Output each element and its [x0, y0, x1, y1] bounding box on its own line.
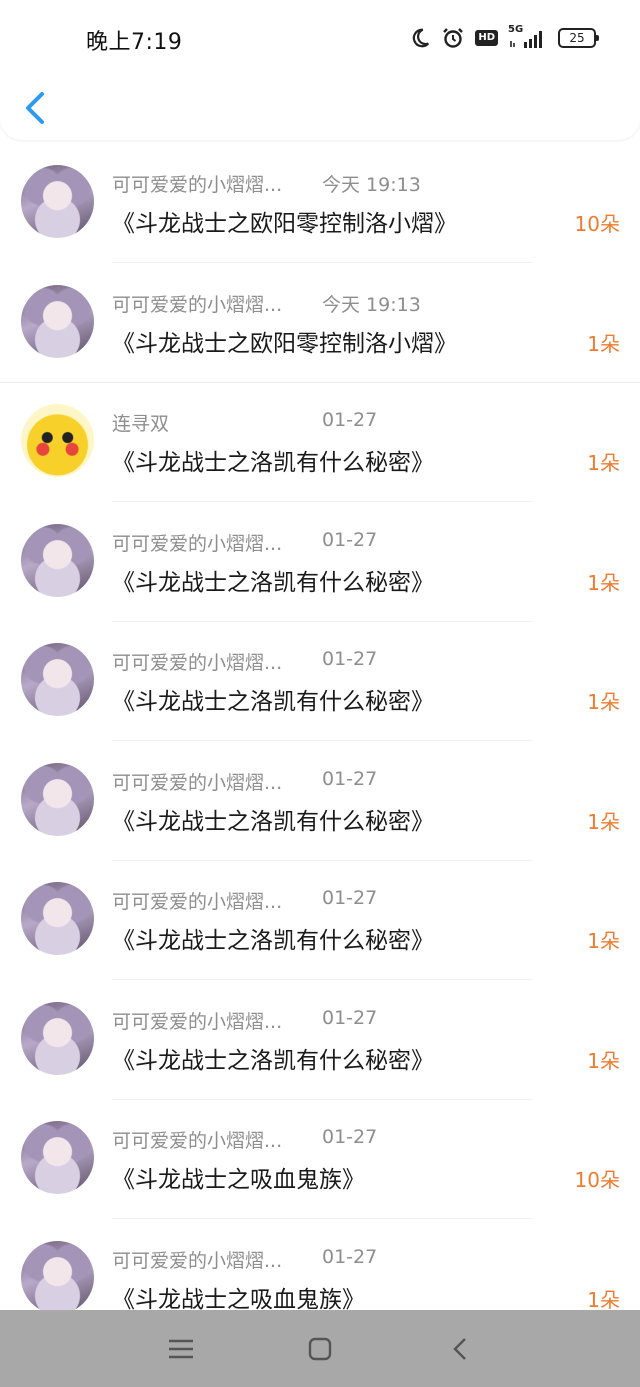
user-name[interactable]: 可可爱爱的小熠熠... [112, 1126, 282, 1153]
item-meta: 可可爱爱的小熠熠... 01-27 [112, 1007, 377, 1034]
flower-count: 1朵 [587, 929, 620, 953]
item-time: 01-27 [322, 1006, 378, 1029]
user-name[interactable]: 可可爱爱的小熠熠... [112, 887, 282, 914]
item-time: 今天 19:13 [322, 174, 421, 196]
item-time: 01-27 [322, 887, 378, 909]
gift-record-list: 可可爱爱的小熠熠... 今天 19:13 《斗龙战士之欧阳零控制洛小熠》 10朵 可可爱… [0, 144, 640, 1339]
item-time: 01-27 [322, 648, 378, 670]
back-icon [453, 1338, 466, 1360]
item-time: 01-27 [322, 1126, 378, 1148]
list-item[interactable]: 可可爱爱的小熠熠... 01-27 《斗龙战士之洛凯有什么秘密》 1朵 [0, 503, 640, 623]
status-bar: 晚上7:19 HD 5G 25 [0, 0, 640, 78]
signal-icon: 5G [508, 24, 548, 49]
avatar[interactable] [21, 1121, 94, 1194]
list-item[interactable]: 可可爱爱的小熠熠... 01-27 《斗龙战士之洛凯有什么秘密》 1朵 [0, 742, 640, 862]
flower-count: 10朵 [574, 1168, 620, 1192]
item-title[interactable]: 《斗龙战士之洛凯有什么秘密》 [112, 443, 434, 477]
item-meta: 可可爱爱的小熠熠... 01-27 [112, 648, 377, 675]
user-name[interactable]: 可可爱爱的小熠熠... [112, 1246, 282, 1273]
avatar[interactable] [21, 523, 94, 597]
item-title[interactable]: 《斗龙战士之欧阳零控制洛小熠》 [112, 324, 457, 358]
flower-count: 1朵 [587, 809, 620, 834]
user-name[interactable]: 可可爱爱的小熠熠... [112, 290, 282, 317]
flower-count: 1朵 [587, 331, 620, 356]
user-name[interactable]: 可可爱爱的小熠熠... [112, 768, 282, 795]
list-item[interactable]: 可可爱爱的小熠熠... 今天 19:13 《斗龙战士之欧阳零控制洛小熠》 1朵 [0, 264, 640, 384]
item-title[interactable]: 《斗龙战士之洛凯有什么秘密》 [112, 563, 434, 597]
item-meta: 可可爱爱的小熠熠... 01-27 [112, 529, 377, 556]
status-icons: HD 5G 25 [409, 24, 599, 52]
item-meta: 连寻双 01-27 [112, 409, 377, 436]
avatar[interactable] [21, 762, 94, 836]
item-title[interactable]: 《斗龙战士之吸血鬼族》 [112, 1280, 365, 1314]
avatar[interactable] [21, 1240, 94, 1314]
user-name[interactable]: 可可爱爱的小熠熠... [112, 529, 282, 556]
avatar[interactable] [21, 404, 94, 477]
flower-count: 1朵 [587, 451, 620, 475]
avatar[interactable] [21, 882, 94, 955]
user-name[interactable]: 可可爱爱的小熠熠... [112, 170, 282, 197]
item-time: 01-27 [322, 1245, 378, 1268]
avatar[interactable] [21, 1001, 94, 1075]
item-meta: 可可爱爱的小熠熠... 01-27 [112, 1246, 377, 1273]
avatar[interactable] [21, 284, 94, 358]
menu-icon [169, 1339, 193, 1359]
list-item[interactable]: 可可爱爱的小熠熠... 01-27 《斗龙战士之吸血鬼族》 10朵 [0, 1100, 640, 1220]
item-title[interactable]: 《斗龙战士之洛凯有什么秘密》 [112, 1041, 434, 1075]
back-button[interactable] [18, 86, 52, 130]
home-icon [308, 1337, 332, 1361]
item-meta: 可可爱爱的小熠熠... 01-27 [112, 1126, 377, 1153]
list-item[interactable]: 连寻双 01-27 《斗龙战士之洛凯有什么秘密》 1朵 [0, 383, 640, 503]
nav-back-button[interactable] [446, 1334, 476, 1364]
item-meta: 可可爱爱的小熠熠... 今天 19:13 [112, 170, 421, 197]
alarm-icon [443, 28, 464, 48]
flower-count: 1朵 [587, 1287, 620, 1312]
header-bar: 晚上7:19 HD 5G 25 [0, 0, 640, 140]
item-title[interactable]: 《斗龙战士之洛凯有什么秘密》 [112, 682, 434, 716]
item-meta: 可可爱爱的小熠熠... 01-27 [112, 768, 377, 795]
user-name[interactable]: 连寻双 [112, 409, 169, 436]
system-navigation-bar [0, 1310, 640, 1387]
item-title[interactable]: 《斗龙战士之洛凯有什么秘密》 [112, 921, 434, 955]
item-time: 01-27 [322, 528, 378, 551]
avatar[interactable] [21, 643, 94, 716]
item-meta: 可可爱爱的小熠熠... 01-27 [112, 887, 377, 914]
flower-count: 1朵 [587, 1048, 620, 1073]
item-meta: 可可爱爱的小熠熠... 今天 19:13 [112, 290, 421, 317]
flower-count: 10朵 [574, 212, 620, 236]
battery-indicator: 25 [558, 28, 599, 48]
moon-icon [413, 28, 430, 48]
list-item[interactable]: 可可爱爱的小熠熠... 01-27 《斗龙战士之洛凯有什么秘密》 1朵 [0, 861, 640, 981]
item-time: 01-27 [322, 767, 378, 790]
user-name[interactable]: 可可爱爱的小熠熠... [112, 1007, 282, 1034]
flower-count: 1朵 [587, 570, 620, 595]
flower-count: 1朵 [587, 690, 620, 714]
list-item[interactable]: 可可爱爱的小熠熠... 01-27 《斗龙战士之洛凯有什么秘密》 1朵 [0, 981, 640, 1101]
avatar[interactable] [21, 165, 94, 238]
home-button[interactable] [305, 1334, 335, 1364]
item-time: 今天 19:13 [322, 293, 421, 316]
menu-button[interactable] [166, 1334, 196, 1364]
item-title[interactable]: 《斗龙战士之欧阳零控制洛小熠》 [112, 204, 457, 238]
chevron-left-icon [26, 92, 44, 124]
user-name[interactable]: 可可爱爱的小熠熠... [112, 648, 282, 675]
status-time: 晚上7:19 [86, 30, 183, 55]
list-item[interactable]: 可可爱爱的小熠熠... 今天 19:13 《斗龙战士之欧阳零控制洛小熠》 10朵 [0, 144, 640, 264]
list-item[interactable]: 可可爱爱的小熠熠... 01-27 《斗龙战士之洛凯有什么秘密》 1朵 [0, 622, 640, 742]
hd-badge: HD [475, 30, 498, 46]
item-title[interactable]: 《斗龙战士之吸血鬼族》 [112, 1160, 365, 1194]
item-title[interactable]: 《斗龙战士之洛凯有什么秘密》 [112, 802, 434, 836]
item-time: 01-27 [322, 409, 378, 431]
